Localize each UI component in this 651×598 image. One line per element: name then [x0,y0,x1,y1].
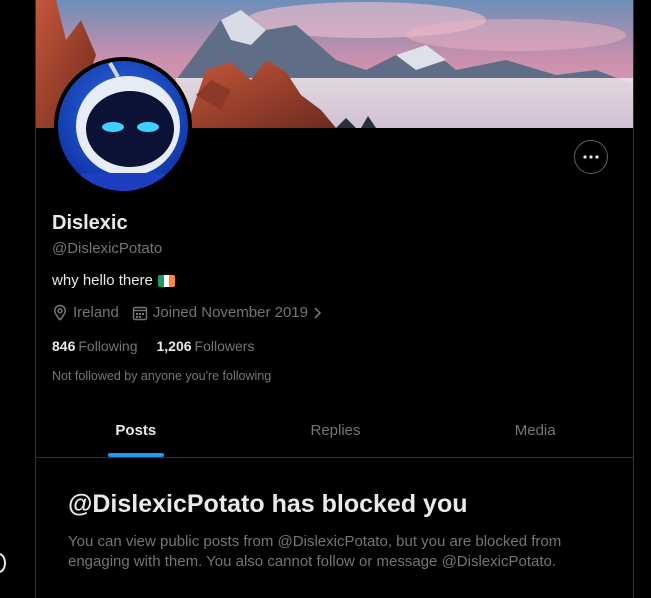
followers-link[interactable]: 1,206 Followers [157,338,255,354]
following-count: 846 [52,338,76,354]
tab-label: Posts [115,422,157,439]
more-horizontal-icon [583,155,599,159]
avatar[interactable] [54,57,192,195]
page: Dislexic @DislexicPotato why hello there… [0,0,651,598]
edge-ring-icon [0,553,6,573]
tab-media[interactable]: Media [435,404,633,457]
location-pin-icon [54,304,66,321]
tab-label: Media [514,422,556,439]
more-options-button[interactable] [574,140,608,174]
profile-meta: Ireland Joined November 2019 [52,304,335,321]
tab-posts[interactable]: Posts [36,404,236,457]
following-link[interactable]: 846 Following [52,338,138,354]
not-followed-notice: Not followed by anyone you're following [52,369,272,383]
blocked-description: You can view public posts from @Dislexic… [68,533,562,570]
avatar-image [58,61,188,191]
follow-stats: 846 Following 1,206 Followers [52,338,254,354]
chevron-right-icon [314,306,322,319]
followers-label: Followers [194,338,255,354]
bio-text: why hello there [52,272,153,289]
following-label: Following [78,338,138,354]
display-name: Dislexic [52,212,128,234]
blocked-title: @DislexicPotato has blocked you [68,490,468,518]
bio: why hello there [52,272,175,289]
tab-label: Replies [310,422,361,439]
username-handle: @DislexicPotato [52,240,163,257]
calendar-icon [132,306,148,320]
profile-column: Dislexic @DislexicPotato why hello there… [35,0,634,598]
join-date[interactable]: Joined November 2019 [132,304,322,321]
ireland-flag-emoji [157,274,175,287]
join-date-text: Joined November 2019 [152,304,308,321]
followers-count: 1,206 [156,338,192,354]
tab-replies[interactable]: Replies [236,404,436,457]
location-text: Ireland [73,304,119,321]
profile-tabs: Posts Replies Media [36,404,633,458]
active-tab-indicator [107,453,164,457]
location: Ireland [52,304,119,321]
